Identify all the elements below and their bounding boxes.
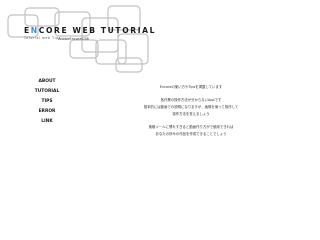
nav-item-about[interactable]: ABOUT bbox=[30, 77, 64, 87]
brand-title-rest: CORE WEB TUTORIAL bbox=[38, 26, 157, 35]
brand-title: ENCORE WEB TUTORIAL bbox=[24, 27, 156, 35]
brand-subtitle: AdobeEncoreCS6 bbox=[58, 37, 89, 41]
brand-title-accent: N bbox=[30, 26, 39, 35]
brand-logo[interactable]: ENCORE WEB TUTORIAL Tutorial web Tips bbox=[24, 27, 156, 40]
intro-paragraph: Encoreの使い方やTipsを掲載しています bbox=[126, 84, 256, 91]
deco-frame bbox=[115, 57, 143, 73]
deco-frame bbox=[69, 39, 99, 59]
paragraph-line: 基本的には動画での説明になりますが、画像を使って操作して bbox=[143, 105, 239, 109]
main-nav: ABOUT TUTORIAL TIPS ERROR LINK bbox=[30, 77, 64, 127]
nav-item-link[interactable]: LINK bbox=[30, 117, 64, 127]
brand-title-first: E bbox=[24, 26, 31, 35]
nav-item-tips[interactable]: TIPS bbox=[30, 97, 64, 107]
page: ENCORE WEB TUTORIAL Tutorial web Tips Ad… bbox=[0, 0, 320, 240]
closing-paragraph: 素敵ツールに慣れすぎると動画作り方がで使用できれば あなたの好みの作品を作成でき… bbox=[126, 124, 256, 138]
main-content: Encoreの使い方やTipsを掲載しています 各作業の操作方法が分からないAp… bbox=[126, 84, 256, 138]
paragraph-line: 各作業の操作方法が分からないAppです bbox=[160, 98, 222, 102]
nav-item-error[interactable]: ERROR bbox=[30, 107, 64, 117]
paragraph-line: 操作方法を覚えましょう bbox=[172, 112, 210, 116]
paragraph-line: 素敵ツールに慣れすぎると動画作り方がで使用できれば bbox=[148, 125, 234, 129]
brand-tagline: Tutorial web Tips bbox=[24, 35, 61, 40]
deco-frame bbox=[24, 7, 60, 27]
description-paragraph: 各作業の操作方法が分からないAppです 基本的には動画での説明になりますが、画像… bbox=[126, 97, 256, 118]
paragraph-line: Encoreの使い方やTipsを掲載しています bbox=[159, 85, 223, 89]
nav-item-tutorial[interactable]: TUTORIAL bbox=[30, 87, 64, 97]
paragraph-line: あなたの好みの作品を作成できることでしょう bbox=[155, 132, 227, 136]
